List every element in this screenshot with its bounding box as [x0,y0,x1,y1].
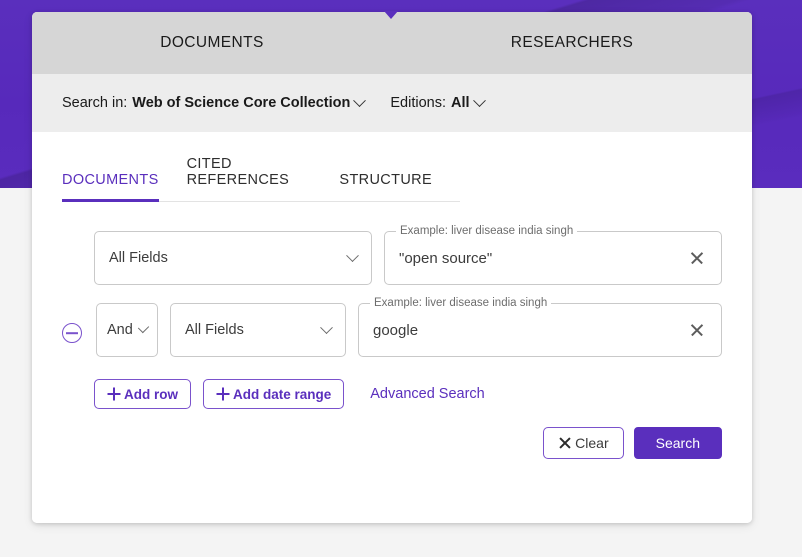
operator-select-row-2-value: And [107,322,133,338]
plus-icon [216,388,229,401]
subtab-cited-references-label: CITED REFERENCES [186,156,290,188]
operator-select-row-2[interactable]: And [96,303,158,357]
field-select-row-1-value: All Fields [109,250,168,266]
query-input-row-1-label: Example: liver disease india singh [396,225,578,238]
search-button[interactable]: Search [633,427,722,459]
add-date-range-button[interactable]: Add date range [203,379,345,409]
action-row: Add row Add date range Advanced Search [62,379,722,409]
query-input-row-1[interactable]: Example: liver disease india singh "open… [384,225,722,285]
tab-pointer-triangle [384,11,398,19]
field-select-row-2[interactable]: All Fields [170,303,346,357]
query-input-row-2-value: google [373,321,419,339]
advanced-search-link[interactable]: Advanced Search [370,386,484,402]
chevron-down-icon [472,93,486,107]
search-row-1: All Fields Example: liver disease india … [62,225,722,285]
submit-row: Clear Search [62,427,722,459]
query-input-row-2[interactable]: Example: liver disease india singh googl… [358,297,722,357]
search-row-2: And All Fields Example: liver disease in… [62,297,722,357]
sub-tab-bar: DOCUMENTS CITED REFERENCES STRUCTURE [62,132,460,202]
database-selector-value: Web of Science Core Collection [132,95,351,111]
clear-button[interactable]: Clear [543,427,624,459]
subtab-documents[interactable]: DOCUMENTS [62,168,159,202]
field-select-row-1[interactable]: All Fields [94,231,372,285]
field-select-row-2-value: All Fields [185,322,244,338]
editions-selector[interactable]: All [451,93,486,111]
tab-researchers-label: RESEARCHERS [510,34,634,51]
card-body: DOCUMENTS CITED REFERENCES STRUCTURE All… [32,132,752,523]
clear-query-row-2-icon[interactable] [687,320,707,340]
tab-documents-label: DOCUMENTS [160,34,264,51]
add-row-button[interactable]: Add row [94,379,191,409]
top-tab-bar: DOCUMENTS RESEARCHERS [32,12,752,74]
clear-button-label: Clear [575,435,609,451]
close-icon [558,436,572,450]
search-in-bar: Search in: Web of Science Core Collectio… [32,74,752,132]
query-input-row-1-value: "open source" [399,249,493,267]
subtab-cited-references[interactable]: CITED REFERENCES [187,152,312,202]
add-row-button-label: Add row [124,386,178,402]
editions-selector-value: All [451,95,470,111]
chevron-down-icon [346,248,359,262]
plus-icon [107,388,120,401]
remove-row-2-icon[interactable] [62,323,82,343]
tab-researchers[interactable]: RESEARCHERS [392,12,752,74]
chevron-down-icon [353,93,367,107]
chevron-down-icon [137,321,150,333]
subtab-structure[interactable]: STRUCTURE [339,168,432,202]
tab-documents[interactable]: DOCUMENTS [32,12,392,74]
chevron-down-icon [320,320,333,334]
add-date-range-button-label: Add date range [233,386,332,402]
clear-query-row-1-icon[interactable] [687,248,707,268]
editions-label: Editions: [390,95,447,111]
subtab-structure-label: STRUCTURE [339,172,432,188]
subtab-documents-label: DOCUMENTS [62,172,159,188]
query-input-row-2-label: Example: liver disease india singh [370,297,552,310]
search-in-label: Search in: [62,95,128,111]
database-selector[interactable]: Web of Science Core Collection [132,93,367,111]
search-card: DOCUMENTS RESEARCHERS Search in: Web of … [32,11,752,523]
